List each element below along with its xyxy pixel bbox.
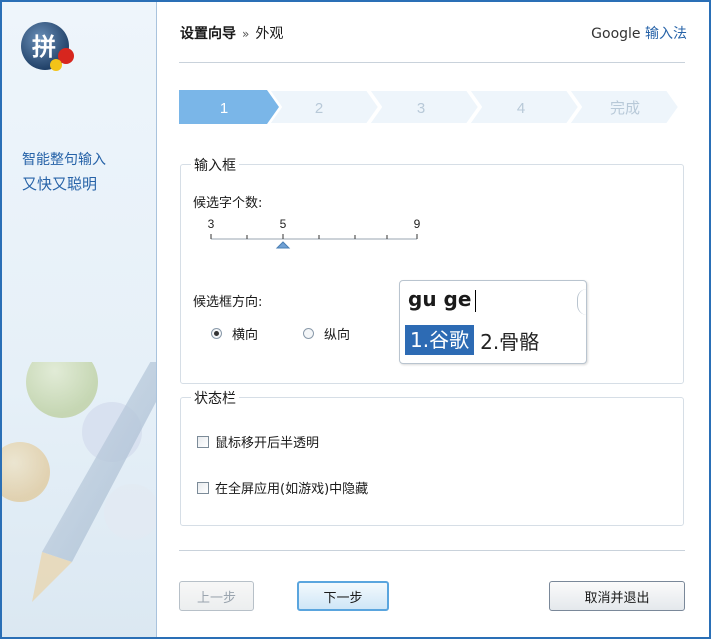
- checkbox-unchecked-icon: [197, 435, 209, 448]
- step-progress: 1 2 3 4 完成: [179, 90, 679, 124]
- breadcrumb: 设置向导 » 外观: [180, 23, 283, 43]
- preview-candidate-selected: 1.谷歌: [405, 325, 475, 355]
- preview-candidate-row: 1.谷歌 2.骨骼: [405, 325, 545, 355]
- slider-thumb: [275, 241, 291, 249]
- slider-mid-label: 5: [280, 217, 287, 231]
- setup-wizard-window: 拼 智能整句输入 又快又聪明 设置向导 » 外观 Google 输入法 1 2 …: [0, 0, 711, 639]
- tagline-line-1: 智能整句输入: [22, 152, 106, 168]
- step-4-label: 4: [517, 100, 525, 117]
- hide-fullscreen-label: 在全屏应用(如游戏)中隐藏: [215, 482, 369, 497]
- slider-min-label: 3: [208, 217, 215, 231]
- current-page-title: 外观: [255, 26, 284, 42]
- orientation-horizontal-label: 横向: [232, 328, 259, 343]
- orientation-label: 候选框方向:: [193, 295, 263, 310]
- svg-text:拼: 拼: [32, 33, 56, 61]
- cancel-and-exit-button[interactable]: 取消并退出: [549, 581, 685, 611]
- preview-box: gu ge 1.谷歌 2.骨骼: [399, 280, 587, 364]
- wizard-title: 设置向导: [180, 26, 236, 42]
- orientation-horizontal-radio[interactable]: 横向: [211, 324, 258, 343]
- sidebar-tagline: 智能整句输入 又快又聪明: [22, 148, 106, 196]
- sidebar: 拼 智能整句输入 又快又聪明: [2, 2, 157, 637]
- preview-candidate: 2.骨骼: [480, 329, 540, 354]
- brand-ime: 输入法: [645, 26, 687, 42]
- step-1-label: 1: [220, 100, 228, 117]
- pinyin-logo-icon: 拼: [21, 22, 74, 71]
- step-3-label: 3: [417, 100, 425, 117]
- radio-unselected-icon: [303, 328, 314, 339]
- candidate-window-preview: gu ge 1.谷歌 2.骨骼: [399, 280, 587, 364]
- tagline-line-2: 又快又聪明: [22, 175, 98, 193]
- slider-max-label: 9: [414, 217, 421, 231]
- breadcrumb-separator: »: [242, 27, 250, 41]
- status-bar-group-title: 状态栏: [191, 388, 239, 408]
- semi-transparent-checkbox[interactable]: 鼠标移开后半透明: [197, 432, 319, 451]
- brand-label: Google 输入法: [591, 23, 687, 43]
- radio-selected-icon: [211, 328, 222, 339]
- step-done-label: 完成: [610, 99, 640, 117]
- text-caret: [475, 290, 476, 312]
- candidate-count-label: 候选字个数:: [193, 196, 263, 211]
- step-2: [267, 90, 381, 124]
- main-panel: 设置向导 » 外观 Google 输入法 1 2 3 4 完成 输入框 候选字个数:…: [157, 2, 709, 637]
- footer-divider: [179, 550, 685, 551]
- step-2-label: 2: [315, 100, 323, 117]
- next-step-button[interactable]: 下一步: [297, 581, 389, 611]
- step-1: [179, 90, 279, 124]
- previous-step-button[interactable]: 上一步: [179, 581, 254, 611]
- preview-pinyin: gu ge: [408, 287, 472, 311]
- hide-fullscreen-checkbox[interactable]: 在全屏应用(如游戏)中隐藏: [197, 478, 368, 497]
- status-bar-group: 状态栏: [180, 388, 684, 526]
- sidebar-decoration-art: [2, 362, 156, 602]
- candidate-count-slider[interactable]: 3 5 9: [191, 214, 421, 254]
- brand-google: Google: [591, 26, 641, 42]
- semi-transparent-label: 鼠标移开后半透明: [215, 436, 320, 451]
- orientation-vertical-radio[interactable]: 纵向: [303, 324, 350, 343]
- checkbox-unchecked-icon: [197, 481, 209, 494]
- header-divider: [179, 62, 685, 63]
- orientation-vertical-label: 纵向: [324, 328, 351, 343]
- input-box-group-title: 输入框: [191, 155, 239, 175]
- preview-curl-decoration: [577, 289, 588, 315]
